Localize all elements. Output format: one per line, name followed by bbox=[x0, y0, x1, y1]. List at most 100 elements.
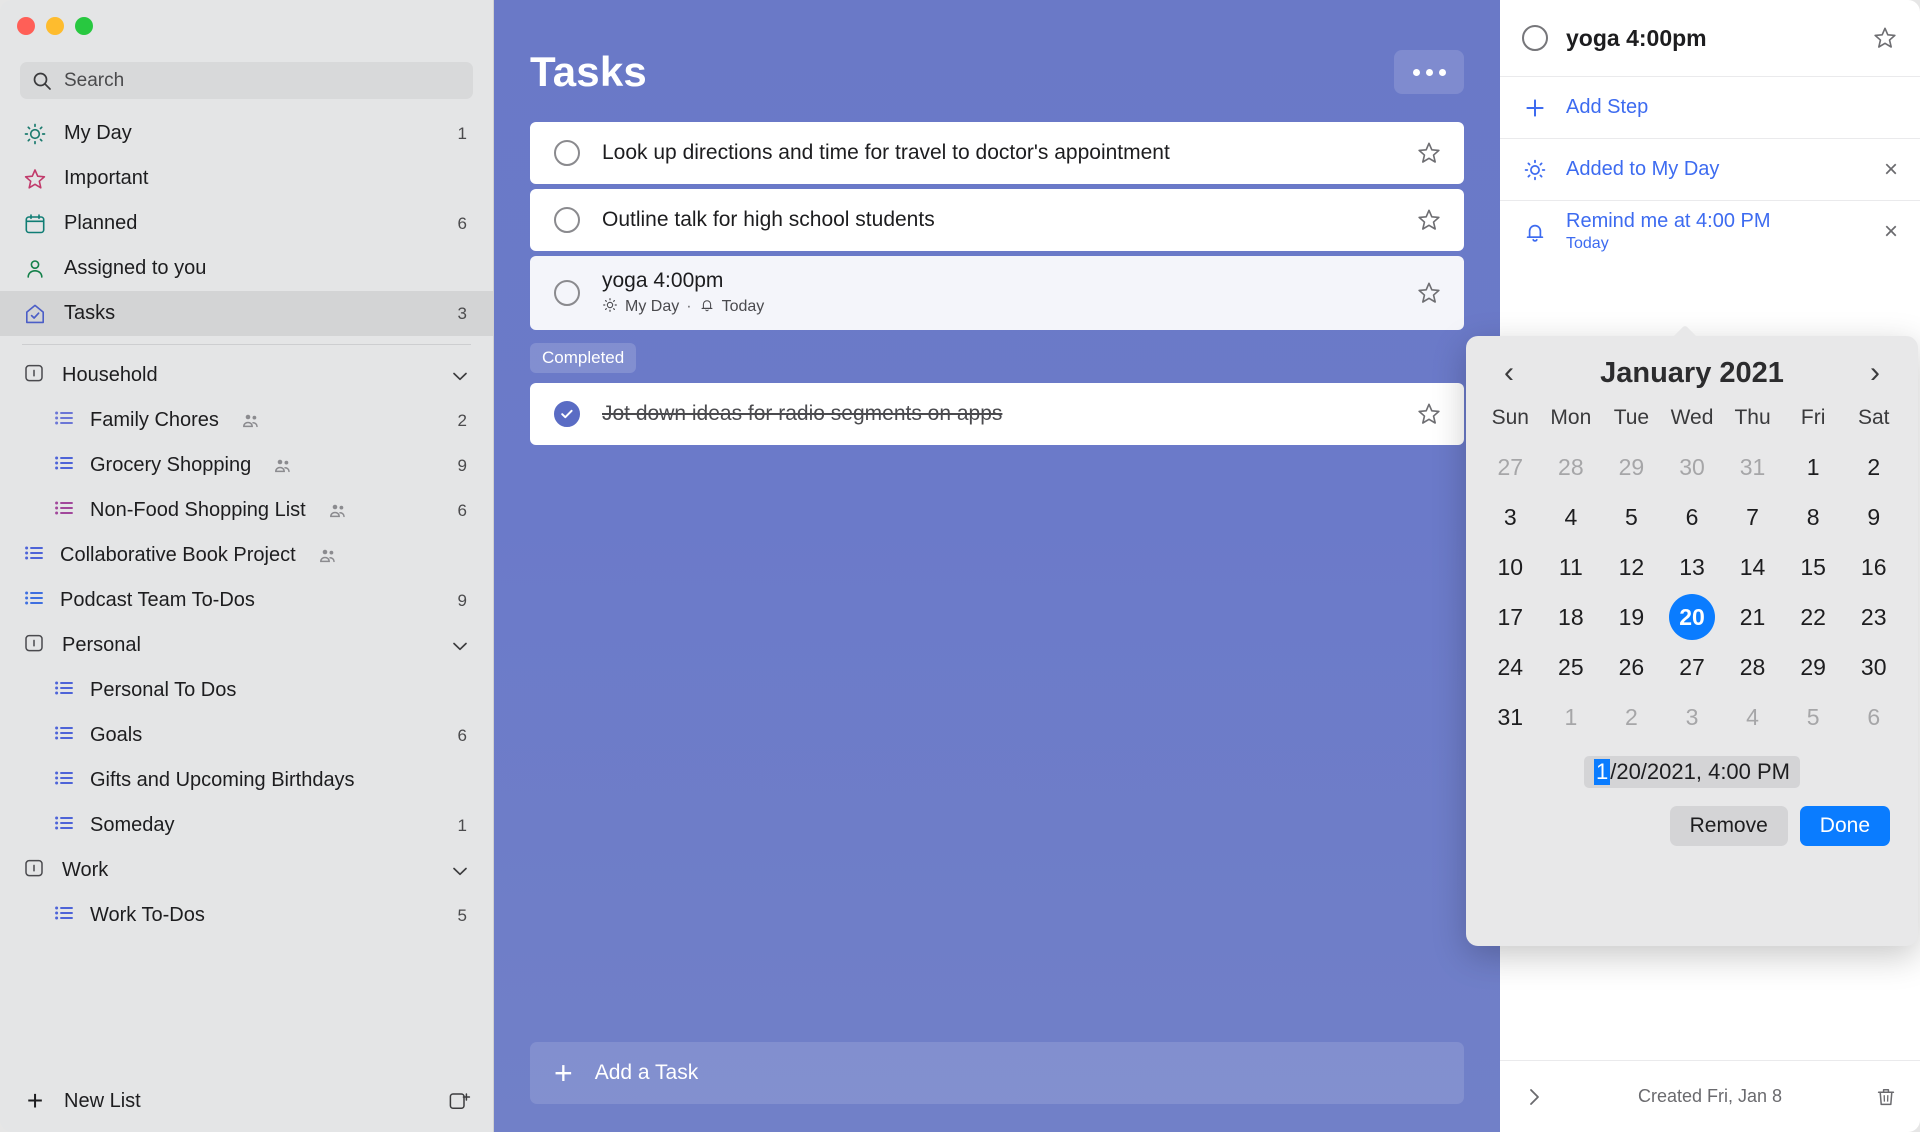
new-list-button[interactable]: + New List bbox=[0, 1070, 493, 1132]
calendar-day[interactable]: 6 bbox=[1843, 692, 1904, 742]
reminder-row[interactable]: Remind me at 4:00 PM Today × bbox=[1500, 200, 1920, 262]
calendar-day[interactable]: 3 bbox=[1480, 492, 1541, 542]
sidebar-item-podcast-team-to-dos[interactable]: Podcast Team To-Dos 9 bbox=[0, 578, 493, 623]
sidebar-item-planned[interactable]: Planned 6 bbox=[0, 201, 493, 246]
calendar-day[interactable]: 1 bbox=[1541, 692, 1602, 742]
done-button[interactable]: Done bbox=[1799, 806, 1890, 846]
task-row[interactable]: Outline talk for high school students bbox=[530, 189, 1464, 251]
calendar-day[interactable]: 2 bbox=[1601, 692, 1662, 742]
datetime-selected-segment[interactable]: 1 bbox=[1593, 759, 1611, 785]
sidebar-item-non-food-shopping-list[interactable]: Non-Food Shopping List 6 bbox=[0, 488, 493, 533]
trash-icon[interactable] bbox=[1874, 1085, 1898, 1109]
calendar-day[interactable]: 23 bbox=[1843, 592, 1904, 642]
star-icon[interactable] bbox=[1416, 140, 1442, 166]
calendar-day[interactable]: 14 bbox=[1722, 542, 1783, 592]
remove-button[interactable]: Remove bbox=[1669, 806, 1788, 846]
sidebar-item-important[interactable]: Important bbox=[0, 156, 493, 201]
calendar-day[interactable]: 4 bbox=[1541, 492, 1602, 542]
new-group-icon[interactable] bbox=[447, 1089, 471, 1113]
task-checkbox[interactable] bbox=[554, 207, 580, 233]
close-icon[interactable]: × bbox=[1884, 219, 1898, 244]
star-icon[interactable] bbox=[1416, 207, 1442, 233]
calendar-day[interactable]: 3 bbox=[1662, 692, 1723, 742]
sidebar-item-grocery-shopping[interactable]: Grocery Shopping 9 bbox=[0, 443, 493, 488]
search-input[interactable] bbox=[64, 69, 461, 92]
sidebar-item-my-day[interactable]: My Day 1 bbox=[0, 111, 493, 156]
calendar-day[interactable]: 25 bbox=[1541, 642, 1602, 692]
star-icon[interactable] bbox=[1872, 25, 1898, 51]
calendar-day[interactable]: 24 bbox=[1480, 642, 1541, 692]
sidebar-item-personal-to-dos[interactable]: Personal To Dos bbox=[0, 668, 493, 713]
calendar-day[interactable]: 30 bbox=[1843, 642, 1904, 692]
zoom-window-button[interactable] bbox=[75, 17, 93, 35]
completed-task-row[interactable]: Jot down ideas for radio segments on app… bbox=[530, 383, 1464, 445]
task-row-selected[interactable]: yoga 4:00pm My Day · Today bbox=[530, 256, 1464, 330]
completed-section-header[interactable]: Completed bbox=[530, 335, 1464, 383]
calendar-day[interactable]: 9 bbox=[1843, 492, 1904, 542]
sidebar-item-goals[interactable]: Goals 6 bbox=[0, 713, 493, 758]
chevron-right-icon[interactable] bbox=[1522, 1085, 1546, 1109]
calendar-day[interactable]: 11 bbox=[1541, 542, 1602, 592]
calendar-day[interactable]: 18 bbox=[1541, 592, 1602, 642]
calendar-day[interactable]: 22 bbox=[1783, 592, 1844, 642]
chevron-down-icon[interactable] bbox=[449, 365, 471, 387]
calendar-day[interactable]: 16 bbox=[1843, 542, 1904, 592]
sidebar-group-household[interactable]: Household bbox=[0, 353, 493, 398]
sidebar-group-personal[interactable]: Personal bbox=[0, 623, 493, 668]
calendar-day[interactable]: 31 bbox=[1722, 442, 1783, 492]
calendar-day[interactable]: 5 bbox=[1783, 692, 1844, 742]
star-icon[interactable] bbox=[1416, 401, 1442, 427]
more-options-icon[interactable] bbox=[1394, 50, 1464, 94]
calendar-day[interactable]: 31 bbox=[1480, 692, 1541, 742]
calendar-day[interactable]: 29 bbox=[1783, 642, 1844, 692]
sidebar-item-collaborative-book-project[interactable]: Collaborative Book Project bbox=[0, 533, 493, 578]
close-icon[interactable]: × bbox=[1884, 157, 1898, 182]
detail-task-title[interactable]: yoga 4:00pm bbox=[1566, 25, 1707, 52]
calendar-day[interactable]: 13 bbox=[1662, 542, 1723, 592]
add-task-button[interactable]: + Add a Task bbox=[530, 1042, 1464, 1104]
calendar-day[interactable]: 29 bbox=[1601, 442, 1662, 492]
calendar-day[interactable]: 5 bbox=[1601, 492, 1662, 542]
calendar-day[interactable]: 6 bbox=[1662, 492, 1723, 542]
sidebar-item-someday[interactable]: Someday 1 bbox=[0, 803, 493, 848]
calendar-day[interactable]: 10 bbox=[1480, 542, 1541, 592]
calendar-day[interactable]: 1 bbox=[1783, 442, 1844, 492]
calendar-day[interactable]: 2 bbox=[1843, 442, 1904, 492]
task-checkbox[interactable] bbox=[554, 280, 580, 306]
calendar-day[interactable]: 28 bbox=[1722, 642, 1783, 692]
calendar-day[interactable]: 12 bbox=[1601, 542, 1662, 592]
star-icon[interactable] bbox=[1416, 280, 1442, 306]
calendar-day[interactable]: 21 bbox=[1722, 592, 1783, 642]
minimize-window-button[interactable] bbox=[46, 17, 64, 35]
calendar-day[interactable]: 27 bbox=[1662, 642, 1723, 692]
sidebar-item-assigned-to-you[interactable]: Assigned to you bbox=[0, 246, 493, 291]
datetime-input[interactable]: 1/20/2021, 4:00 PM bbox=[1583, 756, 1801, 788]
calendar-day[interactable]: 30 bbox=[1662, 442, 1723, 492]
close-window-button[interactable] bbox=[17, 17, 35, 35]
sidebar-group-work[interactable]: Work bbox=[0, 848, 493, 893]
task-checkbox[interactable] bbox=[554, 140, 580, 166]
calendar-day[interactable]: 26 bbox=[1601, 642, 1662, 692]
task-row[interactable]: Look up directions and time for travel t… bbox=[530, 122, 1464, 184]
search-box[interactable] bbox=[20, 62, 473, 99]
add-step-row[interactable]: Add Step bbox=[1500, 76, 1920, 138]
next-month-button[interactable]: › bbox=[1860, 356, 1890, 390]
calendar-day[interactable]: 19 bbox=[1601, 592, 1662, 642]
calendar-day[interactable]: 17 bbox=[1480, 592, 1541, 642]
checkbox-unchecked-icon[interactable] bbox=[1522, 25, 1548, 51]
sidebar-item-family-chores[interactable]: Family Chores 2 bbox=[0, 398, 493, 443]
calendar-day[interactable]: 28 bbox=[1541, 442, 1602, 492]
sidebar-item-gifts-and-upcoming-birthdays[interactable]: Gifts and Upcoming Birthdays bbox=[0, 758, 493, 803]
prev-month-button[interactable]: ‹ bbox=[1494, 356, 1524, 390]
calendar-day[interactable]: 15 bbox=[1783, 542, 1844, 592]
chevron-down-icon[interactable] bbox=[449, 860, 471, 882]
sidebar-item-work-to-dos[interactable]: Work To-Dos 5 bbox=[0, 893, 493, 938]
calendar-day[interactable]: 8 bbox=[1783, 492, 1844, 542]
calendar-day[interactable]: 4 bbox=[1722, 692, 1783, 742]
calendar-day[interactable]: 7 bbox=[1722, 492, 1783, 542]
sidebar-item-tasks[interactable]: Tasks 3 bbox=[0, 291, 493, 336]
task-checkbox-checked[interactable] bbox=[554, 401, 580, 427]
calendar-day-selected[interactable]: 20 bbox=[1662, 592, 1723, 642]
chevron-down-icon[interactable] bbox=[449, 635, 471, 657]
calendar-day[interactable]: 27 bbox=[1480, 442, 1541, 492]
